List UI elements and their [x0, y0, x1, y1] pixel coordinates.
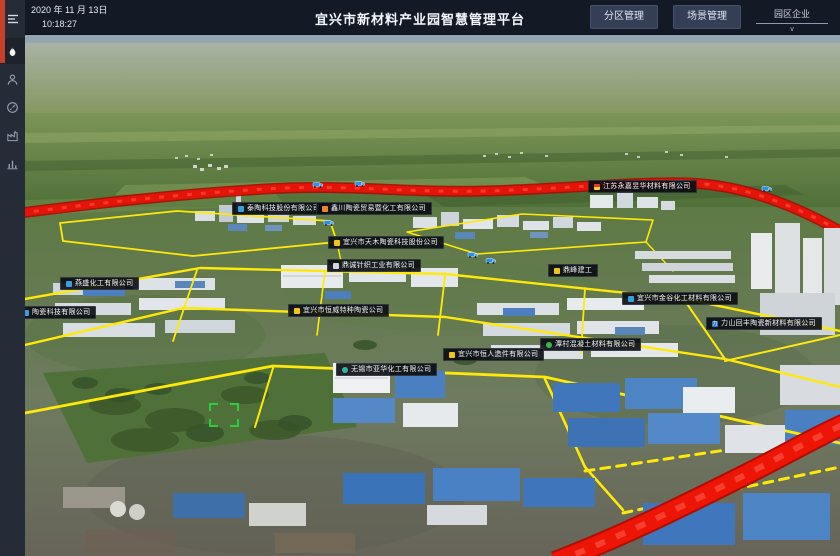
company-marker-icon	[294, 308, 300, 314]
company-marker-flag-icon	[594, 184, 600, 190]
company-label-text: 宜兴市恒人造件有限公司	[458, 349, 538, 360]
company-label-text: 江苏永嘉昱华材料有限公司	[603, 181, 691, 192]
top-header: 2020 年 11 月 13日 10:18:27 宜兴市新材料产业园智慧管理平台…	[0, 0, 840, 35]
company-marker-icon	[238, 206, 244, 212]
company-map-label[interactable]: 潭村混凝土材料有限公司	[540, 338, 641, 351]
company-label-text: 鼎诚针织工业有限公司	[342, 260, 415, 271]
company-label-text: 宜兴市恒威特种陶瓷公司	[303, 305, 383, 316]
bar-chart-icon	[6, 157, 19, 170]
company-label-text: 潭村混凝土材料有限公司	[555, 339, 635, 350]
sidebar-item-enterprise[interactable]	[0, 122, 25, 148]
park-enterprise-dropdown[interactable]: 园区企业 ∨	[756, 5, 828, 34]
smart-park-platform: 2020 年 11 月 13日 10:18:27 宜兴市新材料产业园智慧管理平台…	[0, 0, 840, 556]
chevron-down-icon: ∨	[756, 26, 828, 34]
company-label-text: 燕盛化工有限公司	[75, 278, 133, 289]
factory-icon	[6, 129, 19, 142]
company-marker-icon	[628, 296, 634, 302]
company-label-text: 鑫川陶瓷贸易暨化工有限公司	[331, 203, 426, 214]
company-map-label[interactable]: 泰陶科技股份有限公司	[232, 202, 326, 215]
company-marker-icon	[342, 367, 348, 373]
person-icon	[6, 73, 19, 86]
company-marker-icon	[25, 310, 29, 316]
company-map-label[interactable]: 鑫川陶瓷贸易暨化工有限公司	[316, 202, 432, 215]
sidebar-item-statistics[interactable]	[0, 150, 25, 176]
company-map-label[interactable]: 宜兴市恒人造件有限公司	[443, 348, 544, 361]
sidebar-item-personnel[interactable]	[0, 66, 25, 92]
sidebar	[0, 0, 25, 556]
company-map-label[interactable]: 鼎诚针织工业有限公司	[327, 259, 421, 272]
company-marker-icon	[334, 240, 340, 246]
company-marker-icon	[66, 281, 72, 287]
sidebar-item-monitor[interactable]	[0, 94, 25, 120]
company-map-label[interactable]: 陶瓷科技有限公司	[25, 306, 96, 319]
company-marker-icon	[322, 206, 328, 212]
map-viewport[interactable]: 泰陶科技股份有限公司 鑫川陶瓷贸易暨化工有限公司 宜兴市天木陶瓷科技股份公司 鼎…	[25, 35, 840, 556]
company-marker-icon	[333, 263, 339, 269]
company-label-text: 鼎峰建工	[563, 265, 592, 276]
company-marker-icon	[449, 352, 455, 358]
company-label-text: 无锡市亚华化工有限公司	[351, 364, 431, 375]
company-map-label[interactable]: 江苏永嘉昱华材料有限公司	[588, 180, 697, 193]
gauge-icon	[6, 101, 19, 114]
company-marker-icon	[546, 342, 552, 348]
zone-management-button[interactable]: 分区管理	[590, 5, 658, 29]
company-label-text: 陶瓷科技有限公司	[32, 307, 90, 318]
company-map-label[interactable]: 燕盛化工有限公司	[60, 277, 139, 290]
company-marker-icon	[554, 268, 560, 274]
company-map-label[interactable]: 宜兴市恒威特种陶瓷公司	[288, 304, 389, 317]
flame-icon	[6, 45, 19, 58]
company-label-text: 宜兴市金谷化工材料有限公司	[637, 293, 732, 304]
park-enterprise-label: 园区企业	[756, 7, 828, 23]
company-map-label[interactable]: 无锡市亚华化工有限公司	[336, 363, 437, 376]
company-marker-icon: 力	[712, 321, 718, 327]
company-map-label[interactable]: 鼎峰建工	[548, 264, 598, 277]
company-label-text: 力山回丰陶瓷新材料有限公司	[721, 318, 816, 329]
company-label-text: 泰陶科技股份有限公司	[247, 203, 320, 214]
company-map-label[interactable]: 力 力山回丰陶瓷新材料有限公司	[706, 317, 822, 330]
company-map-label[interactable]: 宜兴市天木陶瓷科技股份公司	[328, 236, 444, 249]
dropdown-divider	[756, 23, 828, 24]
company-label-text: 宜兴市天木陶瓷科技股份公司	[343, 237, 438, 248]
scene-management-button[interactable]: 场景管理	[673, 5, 741, 29]
company-map-label[interactable]: 宜兴市金谷化工材料有限公司	[622, 292, 738, 305]
active-accent-stripe	[0, 0, 5, 63]
hamburger-icon	[6, 13, 20, 25]
